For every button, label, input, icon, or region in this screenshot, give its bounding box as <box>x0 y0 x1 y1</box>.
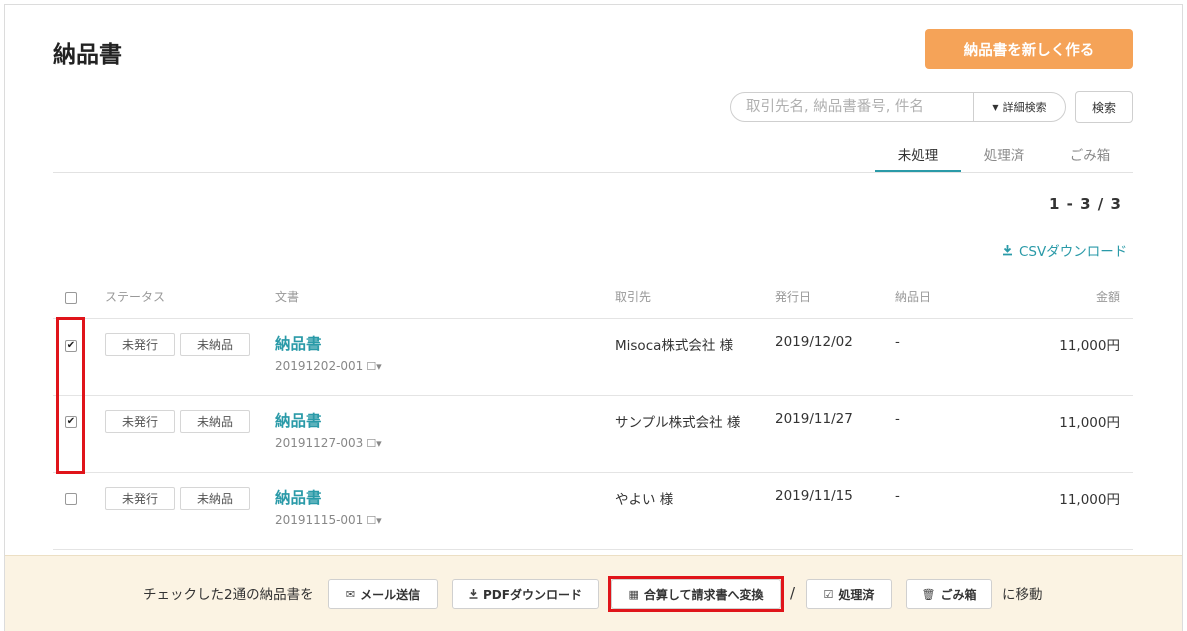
column-header-document: 文書 <box>275 290 300 304</box>
send-mail-label: メール送信 <box>360 587 421 602</box>
row-divider <box>53 472 1133 473</box>
document-number-text: 20191115-001 <box>275 513 364 527</box>
delivery-date: - <box>895 334 900 350</box>
amount: 11,000円 <box>1059 415 1120 431</box>
checkbox-highlight-annotation <box>56 317 85 474</box>
status-tabs: 未処理 処理済 ごみ箱 <box>875 142 1133 173</box>
client-name: Misoca株式会社 様 <box>615 338 734 354</box>
document-title-link[interactable]: 納品書 <box>275 486 322 508</box>
status-badge-unissued: 未発行 <box>105 487 175 510</box>
column-header-issue-date: 発行日 <box>775 290 812 304</box>
move-to-trash-button[interactable]: 🗑 ごみ箱 <box>906 579 992 609</box>
comment-dropdown-icon[interactable]: ☐▾ <box>366 437 381 450</box>
move-to-trash-label: ごみ箱 <box>940 587 977 602</box>
document-number: 20191115-001 ☐▾ <box>275 513 382 527</box>
select-all-checkbox[interactable] <box>65 292 77 304</box>
delivery-date: - <box>895 411 900 427</box>
row-divider <box>53 395 1133 396</box>
status-badge-undelivered: 未納品 <box>180 410 250 433</box>
client-name: サンプル株式会社 様 <box>615 415 741 431</box>
status-badge-undelivered: 未納品 <box>180 487 250 510</box>
caret-down-icon: ▼ <box>992 102 999 112</box>
column-header-delivery-date: 納品日 <box>895 290 932 304</box>
document-title-link[interactable]: 納品書 <box>275 332 322 354</box>
row-checkbox[interactable] <box>65 493 77 505</box>
issue-date: 2019/11/15 <box>775 488 853 504</box>
search-button[interactable]: 検索 <box>1075 91 1133 123</box>
move-to-processed-label: 処理済 <box>838 587 875 602</box>
comment-dropdown-icon[interactable]: ☐▾ <box>366 360 381 373</box>
row-divider <box>53 549 1133 550</box>
amount: 11,000円 <box>1059 492 1120 508</box>
tab-processed[interactable]: 処理済 <box>961 142 1047 173</box>
row-divider <box>53 318 1133 319</box>
new-delivery-note-button[interactable]: 納品書を新しく作る <box>925 29 1133 69</box>
tab-trash[interactable]: ごみ箱 <box>1047 142 1133 173</box>
issue-date: 2019/12/02 <box>775 334 853 350</box>
action-separator: / <box>790 584 796 602</box>
pdf-download-label: PDFダウンロード <box>483 587 582 602</box>
move-to-processed-button[interactable]: ☑ 処理済 <box>806 579 892 609</box>
csv-download-label: CSVダウンロード <box>1019 244 1128 260</box>
client-name: やよい 様 <box>615 492 674 508</box>
document-number: 20191127-003 ☐▾ <box>275 436 382 450</box>
bulk-action-lead: チェックした2通の納品書を <box>143 587 314 603</box>
document-title-link[interactable]: 納品書 <box>275 409 322 431</box>
pdf-download-button[interactable]: PDFダウンロード <box>452 579 599 609</box>
search-box: ▼ 詳細検索 <box>730 92 1066 122</box>
column-header-client: 取引先 <box>615 290 652 304</box>
move-suffix: に移動 <box>1002 587 1043 603</box>
envelope-icon: ✉ <box>345 587 356 601</box>
status-badge-unissued: 未発行 <box>105 410 175 433</box>
document-number: 20191202-001 ☐▾ <box>275 359 382 373</box>
column-header-status: ステータス <box>105 290 166 304</box>
merge-button-highlight-annotation <box>608 576 784 612</box>
search-input[interactable] <box>731 93 973 121</box>
document-number-text: 20191202-001 <box>275 359 364 373</box>
page-title: 納品書 <box>53 42 122 68</box>
tab-unprocessed[interactable]: 未処理 <box>875 142 961 173</box>
tab-divider <box>53 172 1133 173</box>
check-square-icon: ☑ <box>823 587 834 601</box>
column-header-amount: 金額 <box>1096 290 1121 304</box>
download-icon <box>469 589 478 599</box>
download-icon <box>1003 244 1012 255</box>
pagination-count: 1 - 3 / 3 <box>1049 195 1122 213</box>
send-mail-button[interactable]: ✉ メール送信 <box>328 579 438 609</box>
status-badge-unissued: 未発行 <box>105 333 175 356</box>
csv-download-link[interactable]: CSVダウンロード <box>1002 240 1127 260</box>
comment-dropdown-icon[interactable]: ☐▾ <box>366 514 381 527</box>
delivery-date: - <box>895 488 900 504</box>
issue-date: 2019/11/27 <box>775 411 853 427</box>
advanced-search-label: 詳細検索 <box>1002 101 1047 114</box>
document-number-text: 20191127-003 <box>275 436 364 450</box>
trash-icon: 🗑 <box>921 587 936 601</box>
status-badge-undelivered: 未納品 <box>180 333 250 356</box>
advanced-search-button[interactable]: ▼ 詳細検索 <box>973 93 1065 121</box>
amount: 11,000円 <box>1059 338 1120 354</box>
